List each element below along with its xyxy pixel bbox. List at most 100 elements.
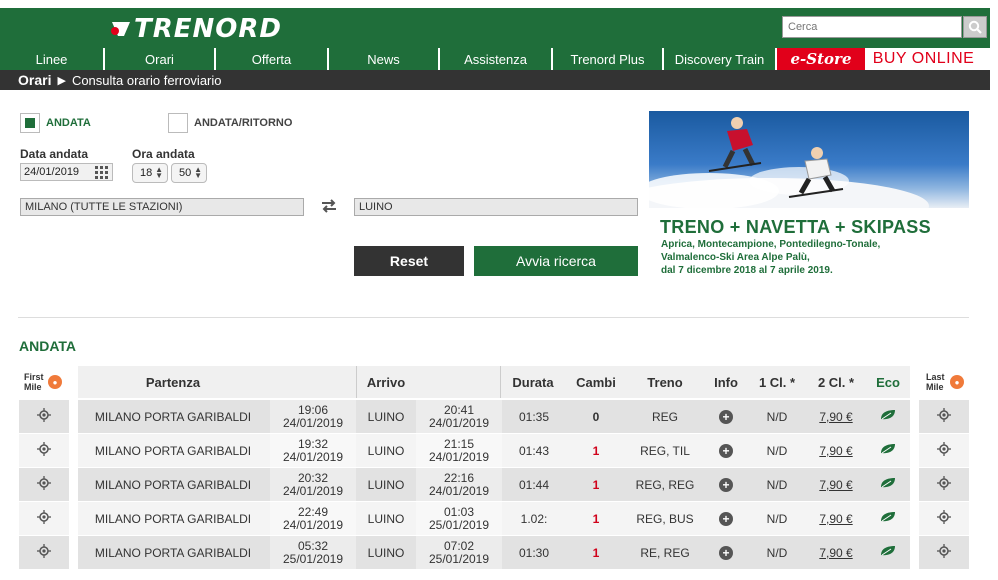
dep-time: 22:49 bbox=[297, 504, 329, 519]
table-row[interactable]: MILANO PORTA GARIBALDI 22:49 24/01/2019 LUI… bbox=[0, 502, 990, 535]
second-class-price-link[interactable]: 7,90 € bbox=[806, 434, 866, 467]
dep-time: 20:32 bbox=[297, 470, 329, 485]
partenza-header: Partenza bbox=[145, 374, 201, 390]
date-field[interactable]: 24/01/2019 bbox=[20, 163, 113, 181]
info-plus-icon[interactable]: + bbox=[719, 545, 733, 560]
first-mile-label: First Mile bbox=[24, 372, 44, 392]
info-header: Info bbox=[714, 374, 738, 390]
trenord-logo[interactable]: TRENORD bbox=[110, 14, 282, 44]
train-type: REG bbox=[651, 409, 678, 424]
promo-banner-image[interactable] bbox=[649, 111, 969, 208]
info-cell[interactable]: + bbox=[704, 400, 748, 433]
swap-stations-icon[interactable] bbox=[320, 198, 338, 214]
nav-item-linee[interactable]: Linee bbox=[0, 48, 105, 70]
dep-time: 19:06 bbox=[297, 402, 329, 417]
minute-select[interactable]: 50 ▲ ▼ bbox=[171, 163, 207, 183]
nav-item-buy-online[interactable]: BUY ONLINE bbox=[867, 48, 980, 70]
nav-item-trenord-plus[interactable]: Trenord Plus bbox=[553, 48, 664, 70]
from-station-input[interactable]: MILANO (TUTTE LE STAZIONI) bbox=[20, 198, 304, 216]
andata-ritorno-option[interactable]: ANDATA/RITORNO bbox=[168, 113, 292, 133]
map-pin-icon: ● bbox=[950, 375, 964, 389]
logo-mark-icon bbox=[111, 22, 130, 36]
andata-option[interactable]: ANDATA bbox=[20, 113, 91, 133]
arr-time: 22:16 bbox=[443, 470, 475, 485]
info-plus-icon[interactable]: + bbox=[719, 443, 733, 458]
nav-item-discovery-train[interactable]: Discovery Train bbox=[664, 48, 777, 70]
first-mile-cell[interactable] bbox=[19, 434, 69, 467]
durata-header: Durata bbox=[512, 374, 554, 390]
first-mile-cell[interactable] bbox=[19, 502, 69, 535]
info-cell[interactable]: + bbox=[704, 502, 748, 535]
arr-time: 01:03 bbox=[443, 504, 475, 519]
first-mile-target-icon[interactable] bbox=[37, 544, 51, 561]
hour-select[interactable]: 18 ▲ ▼ bbox=[132, 163, 168, 183]
table-row[interactable]: MILANO PORTA GARIBALDI 20:32 24/01/2019 LUI… bbox=[0, 468, 990, 501]
first-mile-cell[interactable] bbox=[19, 468, 69, 501]
info-cell[interactable]: + bbox=[704, 468, 748, 501]
arrival-datetime: 01:03 25/01/2019 bbox=[416, 502, 502, 535]
last-mile-target-icon[interactable] bbox=[937, 442, 951, 459]
last-mile-cell[interactable] bbox=[919, 536, 969, 569]
promo-title[interactable]: TRENO + NAVETTA + SKIPASS bbox=[660, 217, 931, 238]
second-class-price-link[interactable]: 7,90 € bbox=[806, 400, 866, 433]
last-mile-target-icon[interactable] bbox=[937, 544, 951, 561]
last-mile-target-icon[interactable] bbox=[937, 510, 951, 527]
info-plus-icon[interactable]: + bbox=[719, 511, 733, 526]
info-plus-icon[interactable]: + bbox=[719, 477, 733, 492]
table-row[interactable]: MILANO PORTA GARIBALDI 19:06 24/01/2019 LUI… bbox=[0, 400, 990, 433]
arr-time: 07:02 bbox=[443, 538, 475, 553]
first-mile-target-icon[interactable] bbox=[37, 476, 51, 493]
info-plus-icon[interactable]: + bbox=[719, 409, 733, 424]
first-mile-target-icon[interactable] bbox=[37, 408, 51, 425]
last-mile-cell[interactable] bbox=[919, 400, 969, 433]
eco-leaf-icon bbox=[879, 477, 897, 492]
first-mile-target-icon[interactable] bbox=[37, 510, 51, 527]
nav-item-assistenza[interactable]: Assistenza bbox=[440, 48, 553, 70]
info-cell[interactable]: + bbox=[704, 434, 748, 467]
duration: 01:35 bbox=[518, 409, 550, 424]
nav-item-news[interactable]: News bbox=[329, 48, 440, 70]
last-mile-cell[interactable] bbox=[919, 468, 969, 501]
search-trains-button[interactable]: Avvia ricerca bbox=[474, 246, 638, 276]
departure-datetime: 19:32 24/01/2019 bbox=[270, 434, 356, 467]
logo-text: TRENORD bbox=[134, 14, 282, 44]
last-mile-cell[interactable] bbox=[919, 434, 969, 467]
nav-item-orari[interactable]: Orari bbox=[105, 48, 216, 70]
andata-checkbox[interactable] bbox=[20, 113, 40, 133]
eco-leaf-icon bbox=[879, 545, 897, 560]
arr-date: 24/01/2019 bbox=[428, 483, 490, 498]
second-class-price-link[interactable]: 7,90 € bbox=[806, 502, 866, 535]
breadcrumb-main[interactable]: Orari bbox=[18, 72, 51, 88]
to-station: LUINO bbox=[367, 511, 405, 526]
nav-item-offerta[interactable]: Offerta bbox=[216, 48, 329, 70]
arr-date: 25/01/2019 bbox=[428, 551, 490, 566]
last-mile-target-icon[interactable] bbox=[937, 408, 951, 425]
search-button[interactable] bbox=[963, 16, 987, 38]
info-cell[interactable]: + bbox=[704, 536, 748, 569]
second-class-price-link[interactable]: 7,90 € bbox=[806, 536, 866, 569]
andata-ritorno-checkbox[interactable] bbox=[168, 113, 188, 133]
table-row[interactable]: MILANO PORTA GARIBALDI 19:32 24/01/2019 LUI… bbox=[0, 434, 990, 467]
calendar-icon[interactable] bbox=[95, 166, 109, 179]
second-class-price-link[interactable]: 7,90 € bbox=[806, 468, 866, 501]
first-class-price: N/D bbox=[766, 511, 788, 526]
select-arrows-icon: ▲ ▼ bbox=[194, 165, 202, 180]
to-station-input[interactable]: LUINO bbox=[354, 198, 638, 216]
eco-cell bbox=[866, 502, 910, 535]
date-value: 24/01/2019 bbox=[24, 166, 80, 178]
first-mile-cell[interactable] bbox=[19, 536, 69, 569]
dep-date: 24/01/2019 bbox=[282, 449, 344, 464]
arrival-datetime: 22:16 24/01/2019 bbox=[416, 468, 502, 501]
last-mile-cell[interactable] bbox=[919, 502, 969, 535]
last-mile-target-icon[interactable] bbox=[937, 476, 951, 493]
search-input[interactable] bbox=[782, 16, 962, 38]
main-nav: Linee Orari Offerta News Assistenza Tren… bbox=[0, 48, 990, 70]
first-mile-target-icon[interactable] bbox=[37, 442, 51, 459]
dep-date: 24/01/2019 bbox=[282, 483, 344, 498]
nav-item-estore[interactable]: e-Store bbox=[777, 48, 867, 70]
eco-header: Eco bbox=[876, 374, 900, 390]
first-mile-cell[interactable] bbox=[19, 400, 69, 433]
table-row[interactable]: MILANO PORTA GARIBALDI 05:32 25/01/2019 LUI… bbox=[0, 536, 990, 569]
dep-date: 25/01/2019 bbox=[282, 551, 344, 566]
reset-button[interactable]: Reset bbox=[354, 246, 464, 276]
